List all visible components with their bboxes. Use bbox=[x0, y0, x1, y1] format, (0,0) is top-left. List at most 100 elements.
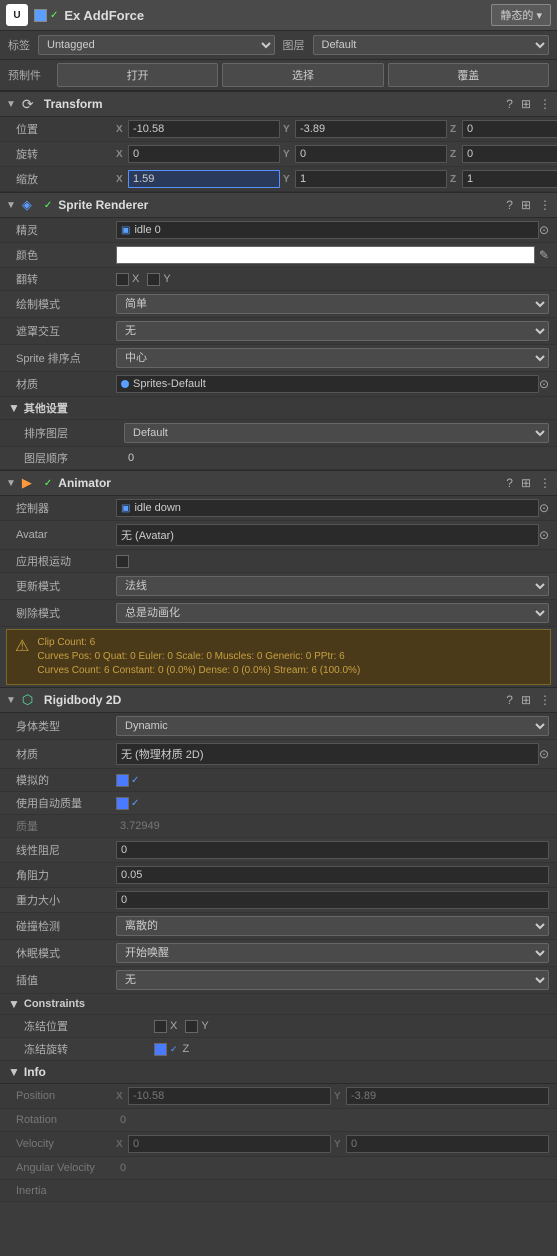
simulated-label: 模拟的 bbox=[16, 772, 116, 788]
sprite-renderer-menu-icon[interactable]: ⋮ bbox=[539, 198, 551, 212]
rb-material-field[interactable]: 无 (物理材质 2D) bbox=[116, 743, 539, 765]
info-inertia-row: Inertia bbox=[0, 1180, 557, 1202]
sprite-object-field[interactable]: ▣ idle 0 bbox=[116, 221, 539, 239]
scale-z-input[interactable] bbox=[462, 170, 557, 188]
pos-z-input[interactable] bbox=[462, 120, 557, 138]
constraints-header[interactable]: ▼ Constraints bbox=[0, 994, 557, 1015]
flip-y-checkbox[interactable] bbox=[147, 273, 160, 286]
rot-y-input[interactable] bbox=[295, 145, 447, 163]
update-mode-row: 更新模式 法线 bbox=[0, 573, 557, 600]
flip-checkboxes: X Y bbox=[116, 273, 171, 286]
freeze-pos-y-checkbox[interactable] bbox=[185, 1020, 198, 1033]
flip-x-item: X bbox=[116, 273, 139, 286]
animator-actions: ? ⊞ ⋮ bbox=[506, 476, 551, 490]
freeze-rot-z-checkbox[interactable] bbox=[154, 1043, 167, 1056]
static-button[interactable]: 静态的 ▾ bbox=[491, 4, 551, 26]
interpolate-label: 插值 bbox=[16, 972, 116, 988]
mask-label: 遮罩交互 bbox=[16, 323, 116, 339]
gravity-label: 重力大小 bbox=[16, 892, 116, 908]
active-cb-box[interactable] bbox=[34, 9, 47, 22]
active-checkmark: ✓ bbox=[50, 10, 58, 21]
linear-drag-input[interactable] bbox=[116, 841, 549, 859]
animator-enabled-check[interactable]: ✓ bbox=[44, 478, 52, 489]
sprite-renderer-help-icon[interactable]: ? bbox=[506, 198, 513, 212]
freeze-pos-x-checkbox[interactable] bbox=[154, 1020, 167, 1033]
rb-material-pick-button[interactable]: ⊙ bbox=[539, 747, 549, 761]
other-settings-header[interactable]: ▼ 其他设置 bbox=[0, 397, 557, 420]
layer-select[interactable]: Default bbox=[313, 35, 550, 55]
material-pick-button[interactable]: ⊙ bbox=[539, 377, 549, 391]
mask-select[interactable]: 无 bbox=[116, 321, 549, 341]
scale-y-input[interactable] bbox=[295, 170, 447, 188]
animator-menu-icon[interactable]: ⋮ bbox=[539, 476, 551, 490]
transform-chevron: ▼ bbox=[6, 99, 16, 110]
simulated-checkbox[interactable] bbox=[116, 774, 129, 787]
draw-mode-select[interactable]: 简单 bbox=[116, 294, 549, 314]
pos-x-input[interactable] bbox=[128, 120, 280, 138]
order-label: 图层顺序 bbox=[24, 450, 124, 466]
rot-x-input[interactable] bbox=[128, 145, 280, 163]
sprite-renderer-enabled-check[interactable]: ✓ bbox=[44, 200, 52, 211]
apply-root-checkbox[interactable] bbox=[116, 555, 129, 568]
pos-y-input[interactable] bbox=[295, 120, 447, 138]
rot-z-input[interactable] bbox=[462, 145, 557, 163]
rigidbody2d-settings-icon[interactable]: ⊞ bbox=[521, 693, 531, 707]
sleep-select[interactable]: 开始唤醒 bbox=[116, 943, 549, 963]
sort-point-select[interactable]: 中心 bbox=[116, 348, 549, 368]
transform-section-header[interactable]: ▼ ⟳ Transform ? ⊞ ⋮ bbox=[0, 91, 557, 117]
rigidbody2d-menu-icon[interactable]: ⋮ bbox=[539, 693, 551, 707]
simulated-row: 模拟的 ✓ bbox=[0, 769, 557, 792]
transform-settings-icon[interactable]: ⊞ bbox=[521, 97, 531, 111]
tag-select[interactable]: Untagged bbox=[38, 35, 275, 55]
prefab-select-button[interactable]: 选择 bbox=[222, 63, 383, 87]
collision-row: 碰撞检测 离散的 bbox=[0, 913, 557, 940]
avatar-pick-button[interactable]: ⊙ bbox=[539, 528, 549, 542]
rigidbody2d-section-header[interactable]: ▼ ⬡ Rigidbody 2D ? ⊞ ⋮ bbox=[0, 687, 557, 713]
interpolate-select[interactable]: 无 bbox=[116, 970, 549, 990]
info-ang-vel-row: Angular Velocity 0 bbox=[0, 1157, 557, 1180]
animator-title: Animator bbox=[58, 476, 500, 490]
info-header[interactable]: ▼ Info bbox=[0, 1061, 557, 1084]
active-checkbox[interactable]: ✓ bbox=[34, 9, 58, 22]
prefab-open-button[interactable]: 打开 bbox=[57, 63, 218, 87]
sprite-pick-button[interactable]: ⊙ bbox=[539, 223, 549, 237]
animator-settings-icon[interactable]: ⊞ bbox=[521, 476, 531, 490]
auto-mass-checkbox[interactable] bbox=[116, 797, 129, 810]
animator-help-icon[interactable]: ? bbox=[506, 476, 513, 490]
transform-help-icon[interactable]: ? bbox=[506, 97, 513, 111]
sort-layer-label: 排序图层 bbox=[24, 425, 124, 441]
update-mode-select[interactable]: 法线 bbox=[116, 576, 549, 596]
controller-pick-button[interactable]: ⊙ bbox=[539, 501, 549, 515]
body-type-select[interactable]: Dynamic bbox=[116, 716, 549, 736]
culling-select[interactable]: 总是动画化 bbox=[116, 603, 549, 623]
freeze-rot-z-checkmark: ✓ bbox=[170, 1044, 178, 1055]
collision-select[interactable]: 离散的 bbox=[116, 916, 549, 936]
sprite-renderer-section-header[interactable]: ▼ ◈ ✓ Sprite Renderer ? ⊞ ⋮ bbox=[0, 192, 557, 218]
eyedropper-icon[interactable]: ✎ bbox=[539, 248, 549, 262]
flip-x-checkbox[interactable] bbox=[116, 273, 129, 286]
color-swatch[interactable] bbox=[116, 246, 535, 264]
order-value: 0 bbox=[124, 450, 549, 466]
info-vel-y-label: Y bbox=[334, 1139, 344, 1150]
avatar-field[interactable]: 无 (Avatar) bbox=[116, 524, 539, 546]
controller-field[interactable]: ▣ idle down bbox=[116, 499, 539, 517]
rot-z-item: Z bbox=[450, 145, 557, 163]
scale-y-label: Y bbox=[283, 174, 293, 185]
sprite-field-row: 精灵 ▣ idle 0 ⊙ bbox=[0, 218, 557, 243]
sort-layer-select[interactable]: Default bbox=[124, 423, 549, 443]
material-field[interactable]: Sprites-Default bbox=[116, 375, 539, 393]
auto-mass-row: 使用自动质量 ✓ bbox=[0, 792, 557, 815]
rigidbody2d-help-icon[interactable]: ? bbox=[506, 693, 513, 707]
color-swatch-row: ✎ bbox=[116, 246, 549, 264]
angular-drag-input[interactable] bbox=[116, 866, 549, 884]
gravity-input[interactable] bbox=[116, 891, 549, 909]
transform-menu-icon[interactable]: ⋮ bbox=[539, 97, 551, 111]
sprite-renderer-settings-icon[interactable]: ⊞ bbox=[521, 198, 531, 212]
constraints-chevron: ▼ bbox=[8, 997, 20, 1011]
freeze-pos-x-label: X bbox=[170, 1020, 177, 1032]
prefab-cover-button[interactable]: 覆盖 bbox=[388, 63, 549, 87]
animator-section-header[interactable]: ▼ ▶ ✓ Animator ? ⊞ ⋮ bbox=[0, 470, 557, 496]
scale-x-input[interactable] bbox=[128, 170, 280, 188]
info-vel-y-item: Y bbox=[334, 1135, 549, 1153]
material-row: 材质 Sprites-Default ⊙ bbox=[0, 372, 557, 397]
